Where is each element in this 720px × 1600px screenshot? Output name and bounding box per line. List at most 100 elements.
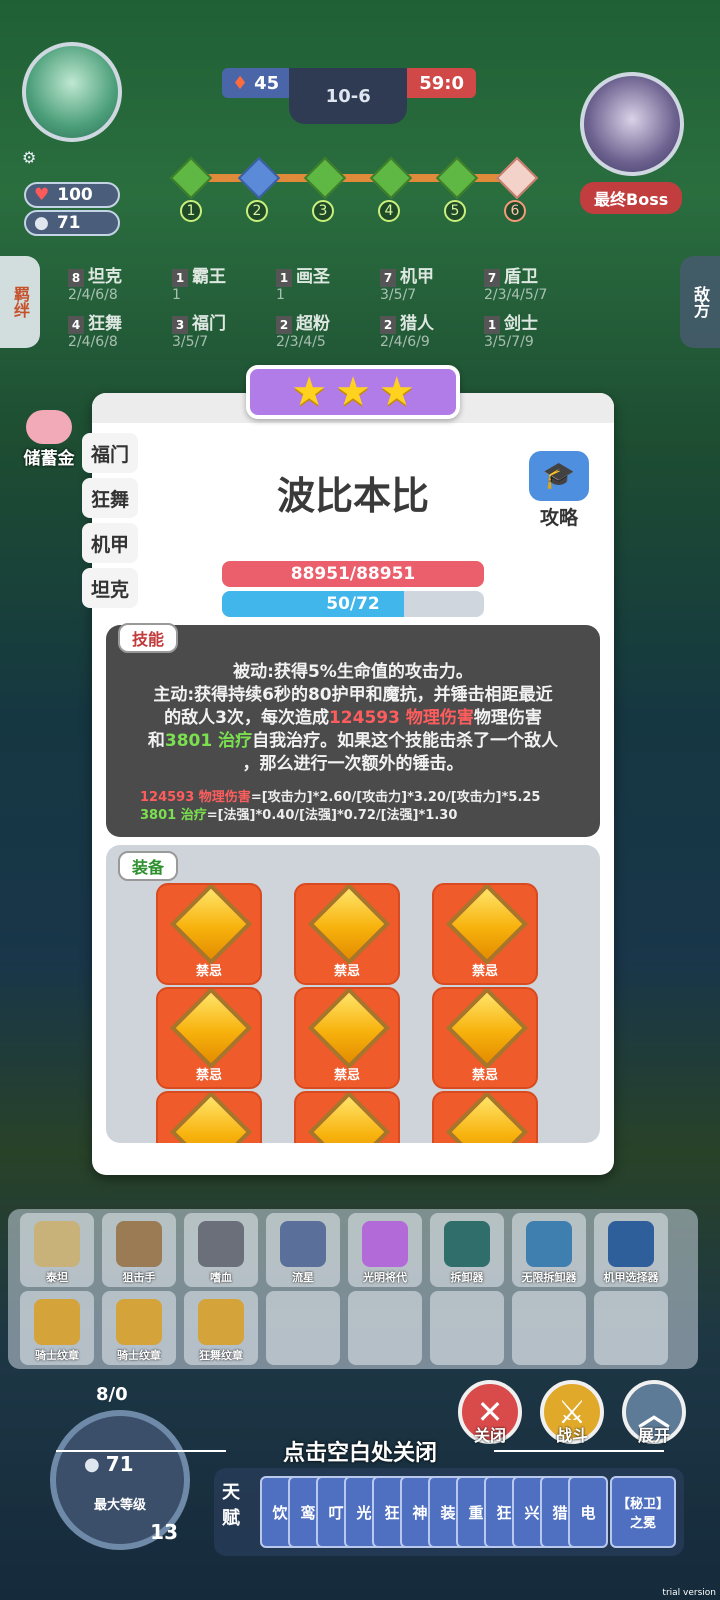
mana-bar: 50/72 (222, 591, 484, 617)
trait-item[interactable]: 1 画圣 1 (276, 262, 376, 303)
boss-portrait[interactable] (580, 72, 684, 176)
close-hint: 点击空白处关闭 (282, 1441, 437, 1466)
equipment-card[interactable]: 禁忌 (432, 987, 538, 1089)
traits-grid: 8 坦克 2/4/6/8 1 霸王 1 1 画圣 1 7 机甲 3/5/7 7 盾卫 2/3/4/5… (68, 262, 668, 350)
equipment-card[interactable]: 禁忌 (156, 883, 262, 985)
star-icon: ★ (335, 369, 371, 415)
trait-item[interactable]: 1 剑士 3/5/7/9 (484, 309, 584, 350)
bonds-tab[interactable]: 羁绊 (0, 256, 40, 348)
inventory-slot-empty[interactable] (348, 1291, 422, 1365)
inventory-slot-empty[interactable] (594, 1291, 668, 1365)
inventory-slot[interactable]: 光明将代 (348, 1213, 422, 1287)
trait-item[interactable]: 2 猎人 2/4/6/9 (380, 309, 480, 350)
inventory-slot[interactable]: 狙击手 (102, 1213, 176, 1287)
enemy-tab[interactable]: 敌方 (680, 256, 720, 348)
settings-icon[interactable]: ⚙ (22, 148, 36, 167)
equipment-card[interactable]: 禁忌 (156, 1091, 262, 1143)
skill-panel: 技能 被动:获得5%生命值的攻击力。 主动:获得持续6秒的80护甲和魔抗，并锤击… (106, 623, 600, 837)
trait-item[interactable]: 3 福门 3/5/7 (172, 309, 272, 350)
inventory-slot[interactable]: 骑士纹章 (102, 1291, 176, 1365)
inventory-slot[interactable]: 狂舞纹章 (184, 1291, 258, 1365)
strategy-button[interactable]: 🎓 攻略 (524, 451, 594, 530)
mana-value: 50/72 (326, 594, 380, 614)
talent-label: 天赋 (222, 1482, 240, 1529)
level-number: 13 (150, 1520, 178, 1544)
stage-num: 3 (312, 200, 334, 222)
stage-node-3 (303, 156, 347, 200)
hp-value: 88951/88951 (290, 564, 416, 584)
forbidden-gem-icon (307, 989, 391, 1070)
equipment-card[interactable]: 禁忌 (432, 883, 538, 985)
inventory-slot-empty[interactable] (512, 1291, 586, 1365)
emblem-icon (34, 1299, 80, 1345)
emblem-icon (198, 1299, 244, 1345)
equipment-card[interactable]: 禁忌 (432, 1091, 538, 1143)
inventory-slot[interactable]: 拆卸器 (430, 1213, 504, 1287)
trait-item[interactable]: 7 盾卫 2/3/4/5/7 (484, 262, 584, 303)
stage-track: 1 2 3 4 5 6 (169, 156, 539, 230)
skill-tag: 技能 (118, 623, 179, 653)
piggy-bank-icon (26, 410, 72, 444)
piggy-bank-label: 储蓄金 (23, 449, 75, 469)
trait-item[interactable]: 8 坦克 2/4/6/8 (68, 262, 168, 303)
inventory-slot[interactable]: 骑士纹章 (20, 1291, 94, 1365)
equipment-card[interactable]: 禁忌 (294, 987, 400, 1089)
equipment-grid: 禁忌 禁忌 禁忌 禁忌 禁忌 禁忌 禁忌 禁忌 禁忌 (156, 883, 538, 1143)
coin-stat: ● 71 (24, 210, 120, 236)
trait-item[interactable]: 1 霸王 1 (172, 262, 272, 303)
inventory-slot[interactable]: 机甲选择器 (594, 1213, 668, 1287)
strategy-label: 攻略 (539, 507, 578, 529)
stage-num: 5 (444, 200, 466, 222)
equipment-card[interactable]: 禁忌 (294, 1091, 400, 1143)
lives-badge: ♦ 45 (222, 68, 290, 98)
talent-card[interactable]: 电 (568, 1476, 608, 1548)
trait-item[interactable]: 4 狂舞 2/4/6/8 (68, 309, 168, 350)
inventory-slot[interactable]: 泰坦 (20, 1213, 94, 1287)
trait-item[interactable]: 2 超粉 2/3/4/5 (276, 309, 376, 350)
mech-selector-icon (608, 1221, 654, 1267)
talent-card-featured[interactable]: 【秘卫】之冕 (610, 1476, 676, 1548)
stage-node-5 (435, 156, 479, 200)
hero-trait-tab[interactable]: 坦克 (82, 568, 138, 608)
hp-bar: 88951/88951 (222, 561, 484, 587)
level-dial[interactable]: 8/0 ● 71 最大等级 13 (50, 1384, 190, 1550)
skill-description: 被动:获得5%生命值的攻击力。 主动:获得持续6秒的80护甲和魔抗，并锤击相距最… (147, 662, 559, 774)
inventory-slot-empty[interactable] (266, 1291, 340, 1365)
inventory-panel: 泰坦 狙击手 嗜血 流星 光明将代 拆卸器 无限拆卸器 机甲选择器 骑士纹章 骑… (8, 1209, 698, 1369)
star-icon: ★ (378, 369, 415, 415)
forbidden-gem-icon (169, 989, 253, 1070)
wave-number: 10-6 (289, 68, 408, 124)
stage-node-4 (369, 156, 413, 200)
skill-formula: 124593 物理伤害=[攻击力]*2.60/[攻击力]*3.20/[攻击力]*… (140, 790, 541, 823)
coin-icon: ● (34, 213, 49, 233)
talent-bar: 天赋 饮 鸾 叮 光 狂 神 装 重 狂 兴 猎 电 【秘卫】之冕 (214, 1468, 684, 1556)
stage-num: 1 (180, 200, 202, 222)
stage-node-boss (495, 156, 539, 200)
hero-trait-tabs: 福门 狂舞 机甲 坦克 (82, 433, 146, 613)
wave-indicator: ♦ 45 10-6 59:0 (222, 68, 476, 124)
forbidden-gem-icon (307, 1093, 391, 1143)
inventory-slot[interactable]: 嗜血 (184, 1213, 258, 1287)
equipment-card[interactable]: 禁忌 (294, 883, 400, 985)
stage-node-2 (237, 156, 281, 200)
forbidden-gem-icon (169, 885, 253, 966)
equipment-card[interactable]: 禁忌 (156, 987, 262, 1089)
inventory-slot-empty[interactable] (430, 1291, 504, 1365)
hero-trait-tab[interactable]: 机甲 (82, 523, 138, 563)
forbidden-gem-icon (445, 1093, 529, 1143)
player-portrait[interactable] (22, 42, 122, 142)
titan-icon (34, 1221, 80, 1267)
disassembler-icon (444, 1221, 490, 1267)
piggy-bank[interactable]: 储蓄金 (14, 410, 84, 469)
max-level-label: 最大等级 (93, 1498, 146, 1513)
flame-icon: ♦ (232, 72, 249, 94)
inventory-slot[interactable]: 无限拆卸器 (512, 1213, 586, 1287)
forbidden-gem-icon (445, 885, 529, 966)
light-blade-icon (362, 1221, 408, 1267)
equipment-panel: 装备 禁忌 禁忌 禁忌 禁忌 禁忌 禁忌 禁忌 禁忌 禁忌 (106, 845, 600, 1143)
inventory-slot[interactable]: 流星 (266, 1213, 340, 1287)
star-rating: ★ ★ ★ (246, 365, 460, 419)
trial-watermark: trial version (662, 1588, 716, 1598)
trait-item[interactable]: 7 机甲 3/5/7 (380, 262, 480, 303)
stage-num: 2 (246, 200, 268, 222)
